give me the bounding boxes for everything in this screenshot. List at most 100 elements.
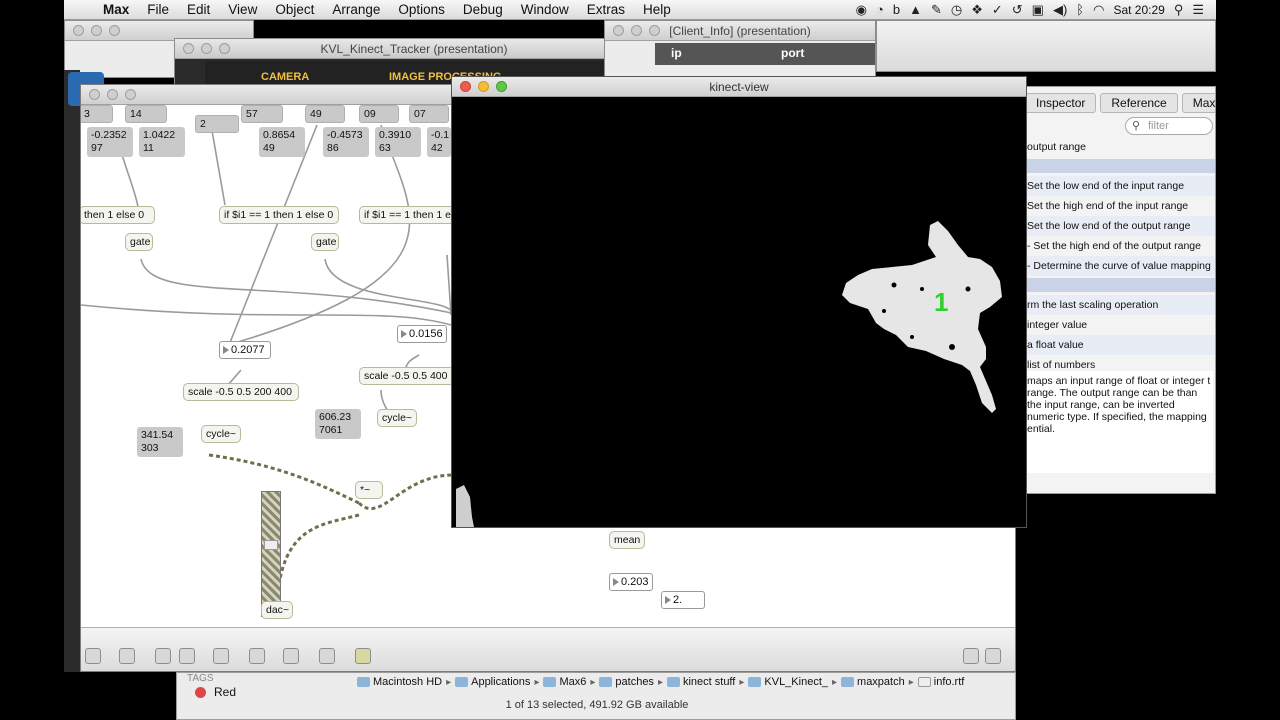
tag-red[interactable]: Red	[195, 685, 236, 699]
kinect-view-window[interactable]: kinect-view 1	[451, 76, 1027, 528]
menu-help[interactable]: Help	[634, 2, 680, 17]
menu-edit[interactable]: Edit	[178, 2, 219, 17]
minimize-icon[interactable]	[201, 43, 212, 54]
inspector-panel[interactable]: Inspector Reference Max ⚲ filter output …	[1024, 86, 1216, 494]
message-box[interactable]: 57	[241, 105, 283, 123]
b-app-icon[interactable]: b	[893, 2, 900, 17]
zoom-icon[interactable]	[125, 89, 136, 100]
path-item[interactable]: Macintosh HD	[357, 676, 442, 688]
kinect-depth-view[interactable]: 1	[452, 97, 1026, 527]
number-box[interactable]: 2.	[661, 591, 705, 609]
number-box[interactable]: 0.2077	[219, 341, 271, 359]
path-item[interactable]: kinect stuff	[666, 676, 735, 688]
message-box[interactable]: 14	[125, 105, 167, 123]
menu-arrange[interactable]: Arrange	[323, 2, 389, 17]
tool-icon[interactable]: ✎	[931, 2, 942, 18]
ref-row[interactable]: a float value	[1025, 335, 1215, 355]
panel-left-icon[interactable]	[963, 648, 979, 664]
ref-row[interactable]: Set the high end of the input range	[1025, 196, 1215, 216]
dropbox-icon[interactable]: ❖	[971, 2, 983, 18]
menu-options[interactable]: Options	[389, 2, 454, 17]
dsp-icon[interactable]	[355, 648, 371, 664]
clock-icon[interactable]: ◷	[951, 2, 962, 18]
finder-window[interactable]: TAGS Red Macintosh HD ▸ Applications ▸ Max…	[176, 672, 1016, 720]
gate-object[interactable]: gate	[311, 233, 339, 251]
ref-row[interactable]: list of numbers	[1025, 355, 1215, 369]
dac-object[interactable]: dac~	[261, 601, 293, 619]
ref-row[interactable]: - Set the high end of the output range	[1025, 236, 1215, 256]
close-icon[interactable]	[89, 89, 100, 100]
ref-row[interactable]: Set the low end of the output range	[1025, 216, 1215, 236]
info-icon[interactable]	[249, 648, 265, 664]
menu-object[interactable]: Object	[266, 2, 323, 17]
spotlight-search-icon[interactable]: ⚲	[1174, 2, 1184, 18]
message-box[interactable]: 09	[359, 105, 399, 123]
cycle-object[interactable]: cycle~	[377, 409, 417, 427]
scale-object[interactable]: scale -0.5 0.5 200 400	[183, 383, 299, 401]
number-box[interactable]: 0.203	[609, 573, 653, 591]
check-icon[interactable]: ✓	[992, 2, 1003, 18]
zoom-icon[interactable]	[496, 81, 507, 92]
record-icon[interactable]: ◉	[856, 2, 867, 18]
ref-row[interactable]: integer value	[1025, 315, 1215, 335]
minimize-icon[interactable]	[631, 25, 642, 36]
tab-max[interactable]: Max	[1181, 93, 1215, 113]
scale-object[interactable]: scale -0.5 0.5 400	[359, 367, 455, 385]
minimize-icon[interactable]	[478, 81, 489, 92]
lock-icon[interactable]	[85, 648, 101, 664]
menu-view[interactable]: View	[219, 2, 266, 17]
menu-file[interactable]: File	[138, 2, 178, 17]
close-icon[interactable]	[613, 25, 624, 36]
multiply-object[interactable]: *~	[355, 481, 383, 499]
path-item[interactable]: maxpatch	[841, 676, 905, 688]
history-icon[interactable]: ↺	[1012, 2, 1023, 18]
tab-camera[interactable]: CAMERA	[261, 71, 309, 83]
menu-app[interactable]: Max	[94, 2, 138, 17]
menu-debug[interactable]: Debug	[454, 2, 512, 17]
volume-icon[interactable]: ◀)	[1053, 2, 1067, 18]
close-icon[interactable]	[73, 25, 84, 36]
bluetooth-icon[interactable]: ᛒ	[1076, 2, 1084, 17]
path-item[interactable]: Applications	[455, 676, 530, 688]
presentation-icon[interactable]	[119, 648, 135, 664]
edit-icon[interactable]	[213, 648, 229, 664]
message-box[interactable]: 07	[409, 105, 449, 123]
menubar-clock[interactable]: Sat 20:29	[1113, 3, 1164, 17]
path-item[interactable]: Max6	[543, 676, 586, 688]
if-object[interactable]: if $i1 == 1 then 1 e	[359, 206, 455, 224]
ref-row[interactable]: Set the low end of the input range	[1025, 176, 1215, 196]
panel-right-icon[interactable]	[985, 648, 1001, 664]
screen-icon[interactable]: ▣	[1032, 2, 1044, 18]
background-window-right[interactable]	[876, 20, 1216, 72]
wifi-icon[interactable]: ◠	[1093, 2, 1104, 18]
minimize-icon[interactable]	[107, 89, 118, 100]
message-box[interactable]: 2	[195, 115, 239, 133]
number-box[interactable]: 0.0156	[397, 325, 447, 343]
cycle-object[interactable]: cycle~	[201, 425, 241, 443]
menu-extras[interactable]: Extras	[578, 2, 634, 17]
drive-icon[interactable]: ▲	[909, 2, 922, 17]
notification-list-icon[interactable]: ☰	[1192, 2, 1204, 18]
filter-input[interactable]: ⚲ filter	[1125, 117, 1213, 135]
mean-object[interactable]: mean	[609, 531, 645, 549]
close-icon[interactable]	[460, 81, 471, 92]
zoom-icon[interactable]	[109, 25, 120, 36]
minimize-icon[interactable]	[91, 25, 102, 36]
gain-slider-knob[interactable]	[264, 540, 278, 550]
menu-window[interactable]: Window	[512, 2, 578, 17]
if-object[interactable]: if $i1 == 1 then 1 else 0	[219, 206, 339, 224]
zoom-icon[interactable]	[219, 43, 230, 54]
time-machine-icon[interactable]: ◔	[876, 2, 884, 17]
path-item[interactable]: patches	[599, 676, 654, 688]
gate-object[interactable]: gate	[125, 233, 153, 251]
gain-slider[interactable]	[261, 491, 281, 617]
path-item[interactable]: info.rtf	[917, 676, 964, 688]
grid-icon[interactable]	[155, 648, 171, 664]
close-patch-icon[interactable]	[179, 648, 195, 664]
message-box[interactable]: 49	[305, 105, 345, 123]
tab-reference[interactable]: Reference	[1100, 93, 1178, 113]
layout-grid-icon[interactable]	[319, 648, 335, 664]
path-item[interactable]: KVL_Kinect_	[748, 676, 828, 688]
tab-inspector[interactable]: Inspector	[1025, 93, 1097, 113]
close-icon[interactable]	[183, 43, 194, 54]
